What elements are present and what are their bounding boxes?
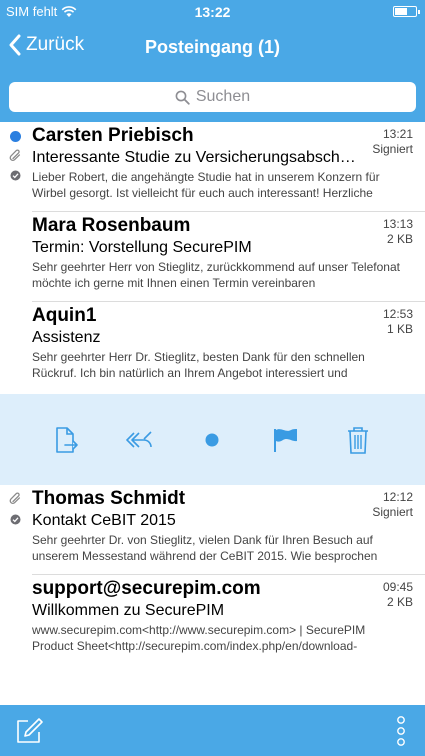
flag-icon <box>274 429 297 452</box>
list-item[interactable]: Thomas Schmidt Kontakt CeBIT 2015 Sehr g… <box>0 485 425 575</box>
compose-button[interactable] <box>14 716 44 746</box>
flag-button[interactable] <box>268 423 302 457</box>
swipe-actions <box>0 394 425 485</box>
email-sender: Carsten Priebisch <box>32 125 194 146</box>
email-subject: Willkommen zu SecurePIM <box>32 602 225 619</box>
list-item[interactable]: Mara Rosenbaum Termin: Vorstellung Secur… <box>0 212 425 302</box>
email-time: 12:12 <box>382 490 413 504</box>
mark-unread-button[interactable] <box>195 423 229 457</box>
email-meta: Signiert <box>372 142 413 156</box>
email-meta: 2 KB <box>386 595 413 609</box>
paperclip-icon <box>9 492 21 504</box>
email-preview: Sehr geehrter Herr von Stieglitz, zurück… <box>32 260 400 290</box>
more-button[interactable] <box>395 715 407 747</box>
battery-icon <box>393 6 420 17</box>
list-item[interactable]: support@securepim.com Willkommen zu Secu… <box>0 575 425 665</box>
email-meta: 1 KB <box>386 322 413 336</box>
email-subject: Termin: Vorstellung SecurePIM <box>32 239 252 256</box>
email-time: 12:53 <box>382 307 413 321</box>
email-preview: www.securepim.com<http://www.securepim.c… <box>32 623 366 653</box>
email-preview: Lieber Robert, die angehängte Studie hat… <box>32 170 380 200</box>
back-button[interactable]: Zurück <box>8 34 84 56</box>
email-time: 13:21 <box>382 127 413 141</box>
email-time: 09:45 <box>382 580 413 594</box>
compose-icon <box>17 718 43 743</box>
delete-button[interactable] <box>341 423 375 457</box>
move-document-icon <box>56 427 78 453</box>
signed-badge-icon <box>10 170 21 181</box>
email-subject: Assistenz <box>32 329 101 346</box>
paperclip-icon <box>9 149 21 161</box>
email-meta: 2 KB <box>386 232 413 246</box>
mark-unread-icon <box>205 433 219 447</box>
signed-badge-icon <box>10 514 21 525</box>
email-subject: Interessante Studie zu Versicherungsabsc… <box>32 149 356 166</box>
unread-dot <box>10 131 21 142</box>
reply-all-button[interactable] <box>122 423 156 457</box>
chevron-left-icon <box>9 34 21 56</box>
back-label: Zurück <box>26 34 85 55</box>
email-sender: Thomas Schmidt <box>32 488 186 509</box>
email-preview: Sehr geehrter Herr Dr. Stieglitz, besten… <box>32 350 365 380</box>
status-time: 13:22 <box>194 4 231 20</box>
list-item[interactable]: Carsten Priebisch Interessante Studie zu… <box>0 122 425 212</box>
search-placeholder: Suchen <box>195 88 251 105</box>
email-preview: Sehr geehrter Dr. von Stieglitz, vielen … <box>32 533 378 563</box>
bottom-toolbar <box>0 705 425 756</box>
search-icon <box>175 90 190 105</box>
move-button[interactable] <box>48 423 82 457</box>
top-bar: SIM fehlt 13:22 Zurück Posteingang (1) S… <box>0 0 425 122</box>
status-bar: SIM fehlt 13:22 <box>0 0 425 22</box>
trash-icon <box>348 427 368 454</box>
email-meta: Signiert <box>372 505 413 519</box>
email-sender: Mara Rosenbaum <box>32 215 191 236</box>
list-item[interactable]: Aquin1 Assistenz Sehr geehrter Herr Dr. … <box>0 302 425 392</box>
navigation-bar: Zurück Posteingang (1) <box>0 28 425 68</box>
email-subject: Kontakt CeBIT 2015 <box>32 512 176 529</box>
email-sender: support@securepim.com <box>32 578 261 599</box>
search-input[interactable]: Suchen <box>9 82 416 112</box>
email-time: 13:13 <box>382 217 413 231</box>
reply-all-icon <box>126 431 152 448</box>
more-vertical-icon <box>397 716 405 746</box>
email-sender: Aquin1 <box>32 305 97 326</box>
